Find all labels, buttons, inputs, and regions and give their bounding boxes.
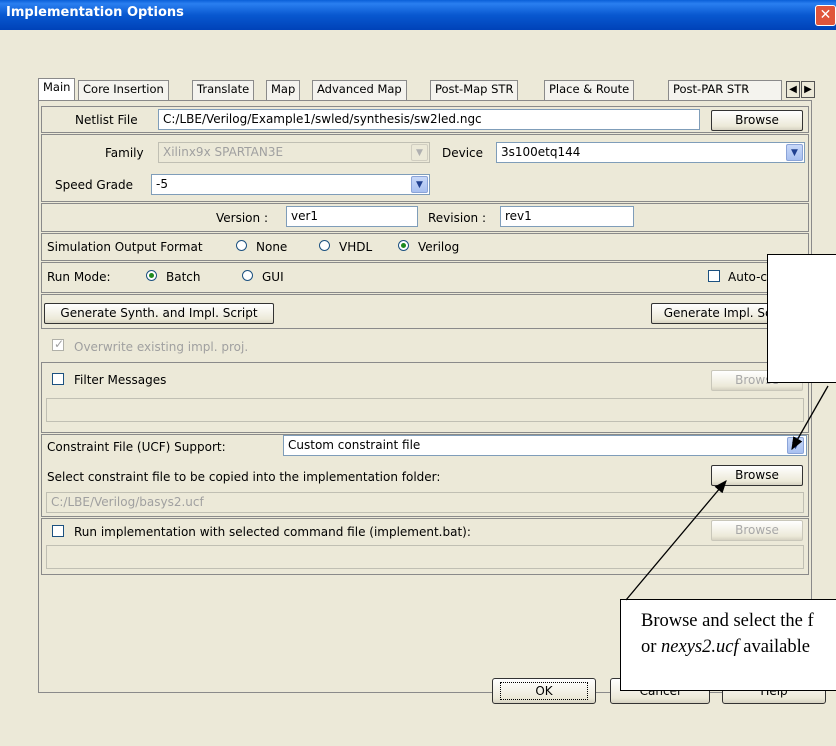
callout-arrow-to-browse <box>625 480 727 601</box>
callout-arrow-to-dropdown <box>791 385 829 451</box>
callout-arrows <box>625 385 829 601</box>
